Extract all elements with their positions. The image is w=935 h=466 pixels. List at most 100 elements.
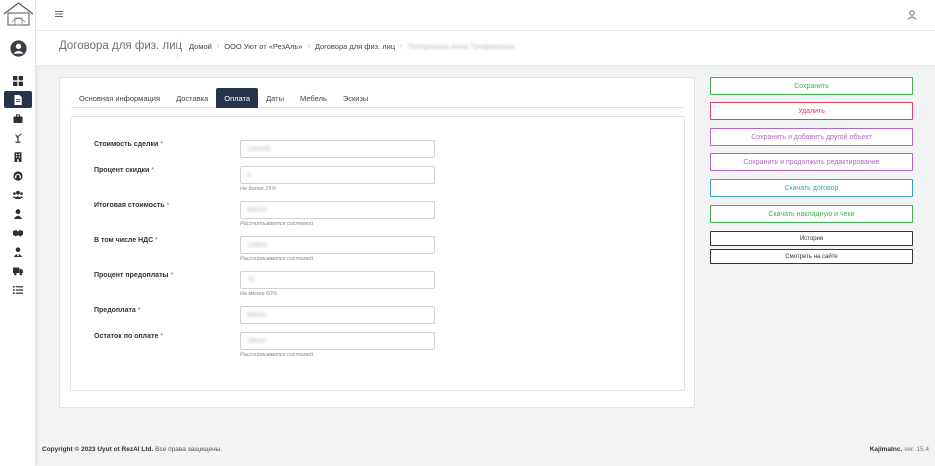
logo-icon[interactable] xyxy=(2,1,35,27)
sidebar xyxy=(0,0,36,466)
field-label-text: В том числе НДС xyxy=(94,237,154,244)
view-on-site-button[interactable]: Смотреть на сайте xyxy=(710,249,913,264)
sidebar-item-briefcase[interactable] xyxy=(4,110,32,127)
tab-5[interactable]: Эскизы xyxy=(335,88,376,108)
deal-cost-label: Стоимость сделки * xyxy=(94,141,163,148)
user-account-icon[interactable] xyxy=(907,10,917,20)
page-title: Договора для физ. лиц xyxy=(59,40,183,52)
field-value: 95000 xyxy=(247,206,267,214)
breadcrumb-separator-icon: › xyxy=(307,43,310,50)
lamp-icon xyxy=(15,133,22,143)
tab-3[interactable]: Даты xyxy=(258,88,292,108)
tab-0[interactable]: Основная информация xyxy=(71,88,168,108)
remaining-payment-input[interactable]: 28500 xyxy=(240,332,435,350)
prepayment-percent-input[interactable]: 70 xyxy=(240,271,435,289)
field-label-text: Предоплата xyxy=(94,307,136,314)
field-label-text: Процент предоплаты xyxy=(94,272,169,279)
sidebar-item-user[interactable] xyxy=(4,205,32,222)
field-label-text: Стоимость сделки xyxy=(94,141,159,148)
save-and-add-button[interactable]: Сохранить и добавить другой объект xyxy=(710,128,913,146)
document-icon xyxy=(14,94,22,105)
total-cost-label: Итоговая стоимость * xyxy=(94,202,169,209)
breadcrumb-current: Потеряхина Анна Трофимовна xyxy=(407,42,515,51)
required-marker: * xyxy=(170,272,174,279)
payment-tab-pane: Стоимость сделки * 100000 Процент скидки *… xyxy=(70,116,685,391)
total-cost-help: Рассчитывается системой xyxy=(240,221,314,227)
title-bar: Договора для физ. лиц Домой › ООО Уют от… xyxy=(36,31,935,66)
headset-icon xyxy=(13,170,23,181)
sidebar-item-dashboard[interactable] xyxy=(4,72,32,89)
history-button[interactable]: История xyxy=(710,231,913,246)
users-icon xyxy=(13,190,23,199)
dashboard-icon xyxy=(13,75,23,86)
profile-avatar-icon[interactable] xyxy=(10,40,27,57)
required-marker: * xyxy=(151,167,155,174)
save-and-continue-button[interactable]: Сохранить и продолжить редактирование xyxy=(710,153,913,171)
sidebar-item-building[interactable] xyxy=(4,148,32,165)
vat-input[interactable]: 15833 xyxy=(240,236,435,254)
tab-1[interactable]: Доставка xyxy=(168,88,216,108)
sidebar-item-document[interactable] xyxy=(4,91,32,108)
required-marker: * xyxy=(166,202,170,209)
sidebar-item-handshake[interactable] xyxy=(4,224,32,241)
remaining-payment-help: Рассчитывается системой xyxy=(240,352,314,358)
prepayment-input[interactable]: 66500 xyxy=(240,306,435,324)
discount-percent-input[interactable]: 5 xyxy=(240,166,435,184)
field-value: 70 xyxy=(247,276,255,284)
title-divider xyxy=(177,39,178,59)
vat-help: Рассчитывается системой xyxy=(240,256,314,262)
breadcrumb-contracts[interactable]: Договора для физ. лиц xyxy=(315,42,395,51)
form-tabs: Основная информация Доставка Оплата Даты Меб… xyxy=(71,88,683,108)
breadcrumb: Домой › ООО Уют от «РезАль» › Договора д… xyxy=(189,42,515,51)
breadcrumb-company[interactable]: ООО Уют от «РезАль» xyxy=(224,42,302,51)
field-label-text: Процент скидки xyxy=(94,167,150,174)
top-bar xyxy=(36,0,935,31)
list-icon xyxy=(13,285,23,294)
breadcrumb-home[interactable]: Домой xyxy=(189,42,212,51)
sidebar-item-lamp[interactable] xyxy=(4,129,32,146)
total-cost-input[interactable]: 95000 xyxy=(240,201,435,219)
tab-4[interactable]: Мебель xyxy=(292,88,335,108)
prepayment-percent-help: Не менее 60% xyxy=(240,291,278,297)
remaining-payment-label: Остаток по оплате * xyxy=(94,333,163,340)
footer-company: KajimaInc. xyxy=(869,446,903,453)
footer-version: KajimaInc. ver. 15.4 xyxy=(870,446,929,453)
discount-percent-label: Процент скидки * xyxy=(94,167,154,174)
user-icon xyxy=(13,208,23,219)
download-contract-button[interactable]: Скачать договор xyxy=(710,179,913,197)
prepayment-percent-label: Процент предоплаты * xyxy=(94,272,173,279)
footer-copyright-owner: Copyright © 2023 Uyut ot RezAl Ltd. xyxy=(42,446,154,453)
sidebar-item-list[interactable] xyxy=(4,281,32,298)
discount-percent-help: Не более 25% xyxy=(240,186,277,192)
deal-cost-input[interactable]: 100000 xyxy=(240,140,435,158)
briefcase-icon xyxy=(13,113,23,123)
field-value: 28500 xyxy=(247,337,267,345)
required-marker: * xyxy=(137,307,141,314)
sidebar-item-truck[interactable] xyxy=(4,262,32,279)
download-invoice-button[interactable]: Скачать накладную и чеки xyxy=(710,205,913,223)
field-label-text: Итоговая стоимость xyxy=(94,202,165,209)
user-tie-icon xyxy=(13,246,23,257)
vat-label: В том числе НДС * xyxy=(94,237,158,244)
save-button[interactable]: Сохранить xyxy=(710,77,913,95)
building-icon xyxy=(14,151,22,162)
field-value: 5 xyxy=(247,171,251,179)
footer-copyright: Copyright © 2023 Uyut ot RezAl Ltd. Все … xyxy=(42,446,222,453)
sidebar-item-user-tie[interactable] xyxy=(4,243,32,260)
truck-icon xyxy=(13,267,23,275)
field-label-text: Остаток по оплате xyxy=(94,333,159,340)
footer-version-number: ver. 15.4 xyxy=(904,446,929,453)
field-value: 15833 xyxy=(247,241,267,249)
field-value: 66500 xyxy=(247,311,267,319)
handshake-icon xyxy=(13,229,23,236)
delete-button[interactable]: Удалить xyxy=(710,102,913,120)
required-marker: * xyxy=(160,333,164,340)
hamburger-menu-icon[interactable] xyxy=(55,10,63,18)
tab-2[interactable]: Оплата xyxy=(216,88,259,108)
sidebar-item-users[interactable] xyxy=(4,186,32,203)
sidebar-item-headset[interactable] xyxy=(4,167,32,184)
required-marker: * xyxy=(160,141,163,148)
footer-rights: Все права защищены. xyxy=(155,446,223,453)
prepayment-label: Предоплата * xyxy=(94,307,141,314)
required-marker: * xyxy=(155,237,158,244)
